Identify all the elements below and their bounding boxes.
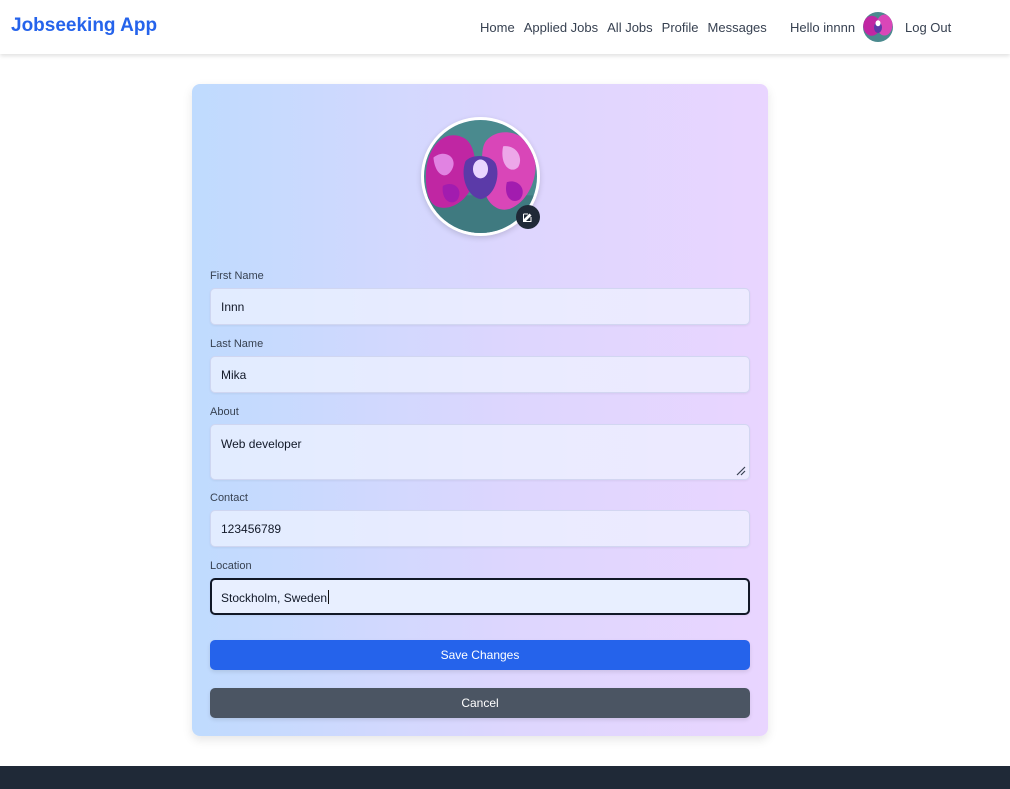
last-name-value: Mika (221, 368, 247, 382)
footer (0, 766, 1010, 789)
location-input[interactable]: Stockholm, Sweden (210, 578, 750, 615)
about-textarea[interactable]: Web developer (210, 424, 750, 480)
avatar-image (863, 12, 893, 42)
text-caret (328, 590, 330, 604)
save-changes-button[interactable]: Save Changes (210, 640, 750, 670)
cancel-button[interactable]: Cancel (210, 688, 750, 718)
edit-profile-card: First Name Innn Last Name Mika About Web… (192, 84, 768, 736)
nav-link-profile[interactable]: Profile (662, 20, 699, 35)
about-value: Web developer (221, 437, 302, 451)
resize-handle-icon[interactable] (736, 466, 746, 476)
nav-link-messages[interactable]: Messages (708, 20, 767, 35)
nav-link-applied-jobs[interactable]: Applied Jobs (524, 20, 598, 35)
edit-icon (523, 213, 532, 222)
edit-avatar-button[interactable] (516, 205, 540, 229)
logout-link[interactable]: Log Out (905, 20, 951, 35)
nav-link-all-jobs[interactable]: All Jobs (607, 20, 653, 35)
user-greeting: Hello innnn (790, 20, 856, 35)
contact-input[interactable]: 123456789 (210, 510, 750, 547)
brand-logo[interactable]: Jobseeking App (11, 15, 157, 37)
location-value: Stockholm, Sweden (221, 591, 328, 605)
last-name-input[interactable]: Mika (210, 356, 750, 393)
contact-value: 123456789 (221, 522, 282, 536)
first-name-label: First Name (210, 270, 264, 282)
nav-links: Home Applied Jobs All Jobs Profile Messa… (480, 20, 767, 35)
nav-link-home[interactable]: Home (480, 20, 515, 35)
about-label: About (210, 406, 239, 418)
contact-label: Contact (210, 492, 248, 504)
navbar: Jobseeking App Home Applied Jobs All Job… (0, 0, 1010, 54)
first-name-input[interactable]: Innn (210, 288, 750, 325)
last-name-label: Last Name (210, 338, 264, 350)
user-avatar[interactable] (863, 12, 893, 42)
first-name-value: Innn (221, 300, 245, 314)
location-label: Location (210, 560, 252, 572)
